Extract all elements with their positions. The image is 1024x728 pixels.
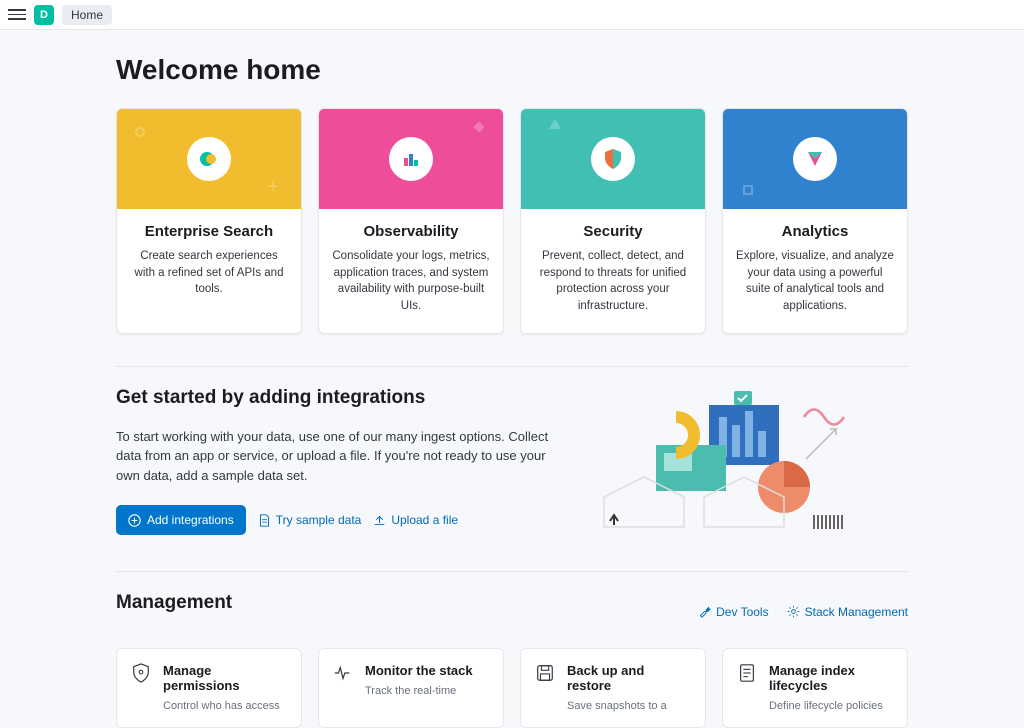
upload-icon xyxy=(373,514,386,527)
integrations-heading: Get started by adding integrations xyxy=(116,387,550,409)
solution-observability[interactable]: Observability Consolidate your logs, met… xyxy=(318,108,504,334)
management-header: Management Dev Tools Stack Management xyxy=(116,592,908,632)
card-title: Analytics xyxy=(735,223,895,240)
card-hero: + xyxy=(117,109,301,209)
main-content: Welcome home + Enterprise Search Create … xyxy=(116,30,908,728)
page-title: Welcome home xyxy=(116,54,908,86)
document-icon xyxy=(258,514,271,527)
integrations-illustration xyxy=(574,387,908,547)
mgmt-backup-restore[interactable]: Back up and restore Save snapshots to a … xyxy=(520,648,706,728)
card-hero xyxy=(521,109,705,209)
analytics-icon xyxy=(793,137,837,181)
mgmt-title: Back up and restore xyxy=(567,663,691,693)
card-title: Security xyxy=(533,223,693,240)
solutions-row: + Enterprise Search Create search experi… xyxy=(116,108,908,334)
integrations-section: Get started by adding integrations To st… xyxy=(116,387,908,547)
card-desc: Explore, visualize, and analyze your dat… xyxy=(735,248,895,315)
nav-toggle-icon[interactable] xyxy=(8,6,26,24)
mgmt-index-lifecycles[interactable]: Manage index lifecycles Define lifecycle… xyxy=(722,648,908,728)
mgmt-desc: Track the real-time health and xyxy=(365,684,489,698)
breadcrumb-home[interactable]: Home xyxy=(62,5,112,25)
security-icon xyxy=(591,137,635,181)
mgmt-title: Monitor the stack xyxy=(365,663,489,678)
document-list-icon xyxy=(737,663,757,683)
card-desc: Prevent, collect, detect, and respond to… xyxy=(533,248,693,315)
mgmt-title: Manage permissions xyxy=(163,663,287,693)
wrench-icon xyxy=(698,605,711,618)
divider xyxy=(116,571,908,572)
plus-circle-icon xyxy=(128,514,141,527)
mgmt-desc: Save snapshots to a backup xyxy=(567,699,691,713)
mgmt-desc: Define lifecycle policies to xyxy=(769,699,893,713)
card-hero xyxy=(319,109,503,209)
solution-enterprise-search[interactable]: + Enterprise Search Create search experi… xyxy=(116,108,302,334)
card-hero xyxy=(723,109,907,209)
app-logo[interactable]: D xyxy=(34,5,54,25)
management-grid: Manage permissions Control who has acces… xyxy=(116,648,908,728)
enterprise-search-icon xyxy=(187,137,231,181)
save-icon xyxy=(535,663,555,683)
try-sample-data-link[interactable]: Try sample data xyxy=(258,513,362,527)
solution-analytics[interactable]: Analytics Explore, visualize, and analyz… xyxy=(722,108,908,334)
card-desc: Create search experiences with a refined… xyxy=(129,248,289,298)
stack-management-link[interactable]: Stack Management xyxy=(787,605,908,619)
shield-icon xyxy=(131,663,151,683)
management-heading: Management xyxy=(116,592,232,614)
card-title: Observability xyxy=(331,223,491,240)
heartbeat-icon xyxy=(333,663,353,683)
card-desc: Consolidate your logs, metrics, applicat… xyxy=(331,248,491,315)
integrations-desc: To start working with your data, use one… xyxy=(116,427,550,486)
card-title: Enterprise Search xyxy=(129,223,289,240)
divider xyxy=(116,366,908,367)
gear-icon xyxy=(787,605,800,618)
mgmt-manage-permissions[interactable]: Manage permissions Control who has acces… xyxy=(116,648,302,728)
topbar: D Home xyxy=(0,0,1024,30)
solution-security[interactable]: Security Prevent, collect, detect, and r… xyxy=(520,108,706,334)
dev-tools-link[interactable]: Dev Tools xyxy=(698,605,768,619)
add-integrations-button[interactable]: Add integrations xyxy=(116,505,246,535)
observability-icon xyxy=(389,137,433,181)
mgmt-desc: Control who has access and xyxy=(163,699,287,713)
mgmt-monitor-stack[interactable]: Monitor the stack Track the real-time he… xyxy=(318,648,504,728)
mgmt-title: Manage index lifecycles xyxy=(769,663,893,693)
upload-file-link[interactable]: Upload a file xyxy=(373,513,458,527)
